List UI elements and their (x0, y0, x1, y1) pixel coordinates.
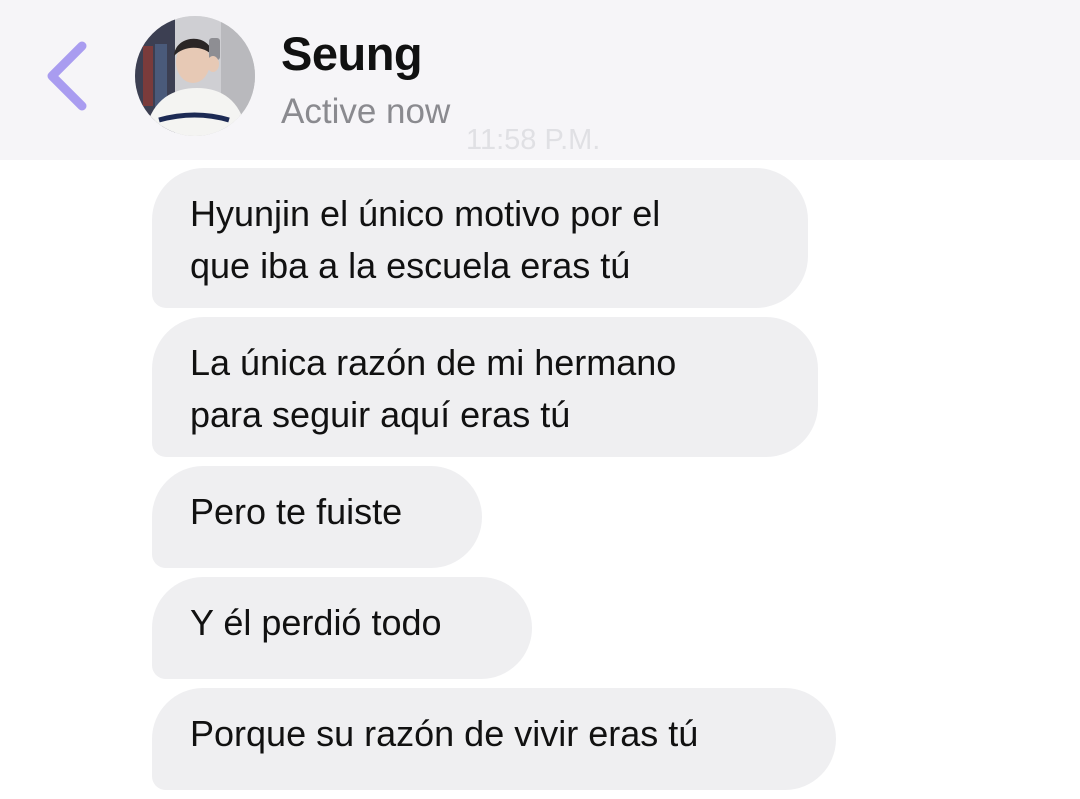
active-status: Active now (281, 92, 451, 131)
message-bubble[interactable]: Porque su razón de vivir eras tú (152, 688, 836, 790)
message-timestamp: 11:58 P.M. (466, 124, 601, 156)
back-button[interactable] (38, 36, 98, 116)
message-text-line: que iba a la escuela eras tú (190, 245, 631, 286)
avatar[interactable] (135, 16, 255, 136)
message-bubble[interactable]: Pero te fuiste (152, 466, 482, 568)
message-bubble[interactable]: Hyunjin el único motivo por el que iba a… (152, 168, 808, 308)
message-bubble[interactable]: La única razón de mi hermano para seguir… (152, 317, 818, 457)
chat-header: Seung Active now 11:58 P.M. (0, 0, 1080, 160)
message-text-line: para seguir aquí eras tú (190, 394, 571, 435)
message-text-line: Y él perdió todo (190, 602, 442, 643)
profile-photo (135, 16, 255, 136)
message-bubble[interactable]: Y él perdió todo (152, 577, 532, 679)
message-text-line: Hyunjin el único motivo por el (190, 193, 661, 234)
contact-name[interactable]: Seung (281, 26, 423, 81)
chevron-left-icon (47, 41, 87, 111)
message-text-line: Porque su razón de vivir eras tú (190, 713, 699, 754)
message-text-line: La única razón de mi hermano (190, 342, 677, 383)
message-text-line: Pero te fuiste (190, 491, 403, 532)
